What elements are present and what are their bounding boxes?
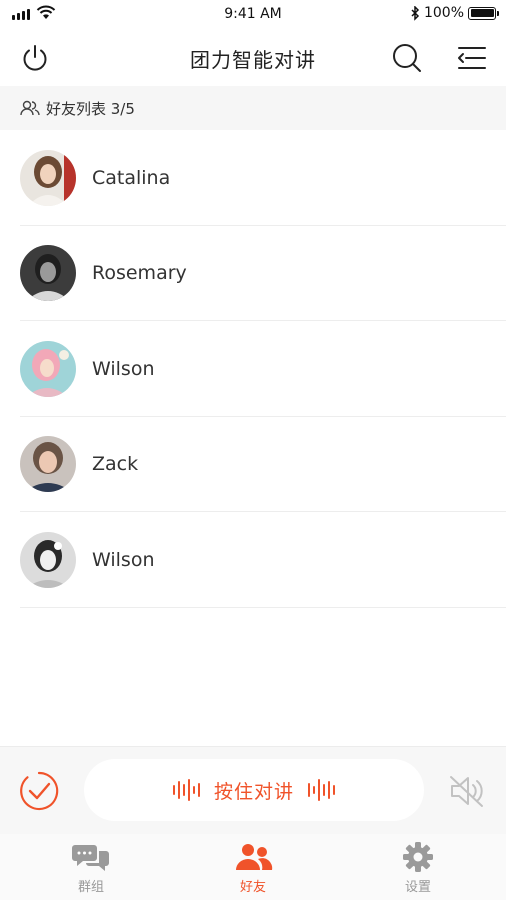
- avatar: [20, 149, 76, 206]
- tab-label: 好友: [239, 880, 266, 895]
- sound-wave-icon: [172, 779, 200, 801]
- avatar: [20, 436, 76, 493]
- friend-row[interactable]: Rosemary: [0, 226, 506, 322]
- push-to-talk-label: 按住对讲: [213, 780, 294, 803]
- battery-icon: [468, 6, 499, 20]
- friend-name: Rosemary: [92, 262, 187, 285]
- nav-bar: 团力智能对讲: [0, 30, 506, 86]
- battery-percent: 100%: [423, 5, 464, 21]
- chat-bubbles-icon: [72, 845, 109, 871]
- friend-row[interactable]: Zack: [0, 417, 506, 513]
- tab-label: 设置: [404, 880, 431, 895]
- tab-groups[interactable]: 群组: [31, 840, 151, 898]
- status-check-button[interactable]: [19, 771, 59, 815]
- push-to-talk-bar: 按住对讲: [0, 746, 506, 834]
- menu-button[interactable]: [453, 40, 489, 76]
- friend-row[interactable]: Wilson: [0, 321, 506, 417]
- tab-bar: 群组 好友 设置: [0, 834, 506, 900]
- people-icon: [236, 844, 273, 870]
- avatar: [20, 531, 76, 588]
- friend-name: Wilson: [92, 548, 155, 571]
- friends-list-count: 好友列表 3/5: [46, 99, 135, 118]
- friend-row[interactable]: Wilson: [0, 512, 506, 608]
- check-circle-icon: [20, 771, 59, 811]
- bluetooth-icon: [411, 5, 420, 21]
- gear-icon: [403, 842, 433, 872]
- mute-button[interactable]: [446, 771, 486, 815]
- friends-list-header: 好友列表 3/5: [0, 86, 506, 130]
- status-bar: 9:41 AM 100%: [0, 0, 506, 30]
- friend-name: Zack: [92, 453, 139, 476]
- friends-icon: [20, 100, 40, 116]
- avatar: [20, 245, 76, 302]
- tab-friends[interactable]: 好友: [193, 840, 313, 898]
- friend-row[interactable]: Catalina: [0, 130, 506, 226]
- menu-collapse-icon: [458, 47, 486, 69]
- avatar: [20, 340, 76, 397]
- search-icon: [393, 44, 421, 72]
- friend-list: Catalina Rosemary Wilson Zack Wilson: [0, 130, 506, 608]
- push-to-talk-button[interactable]: 按住对讲: [84, 759, 424, 821]
- friend-name: Catalina: [92, 166, 171, 189]
- search-button[interactable]: [389, 40, 425, 76]
- speaker-muted-icon: [450, 776, 483, 807]
- friend-name: Wilson: [92, 357, 155, 380]
- tab-settings[interactable]: 设置: [358, 840, 478, 898]
- sound-wave-icon: [308, 779, 335, 801]
- page-title: 团力智能对讲: [190, 48, 316, 72]
- tab-label: 群组: [77, 880, 104, 895]
